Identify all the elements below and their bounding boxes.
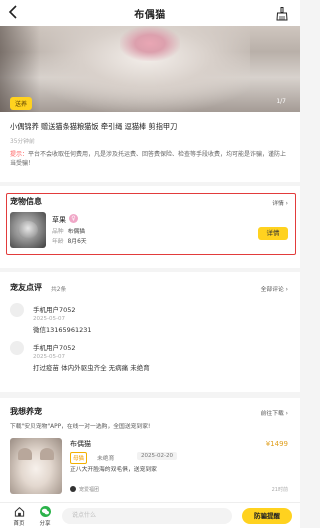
photo-counter: 1/7: [276, 98, 286, 105]
avatar[interactable]: [10, 341, 24, 355]
home-icon: [14, 506, 24, 517]
cat-nose-photo: [120, 26, 180, 61]
post-title: 小偶锦养 赠送猫条猫粮猫饭 牵引绳 逗猫棒 剪指甲刀: [10, 122, 178, 131]
comment-input[interactable]: 说点什么: [62, 508, 232, 524]
review-date: 2025-05-07: [33, 354, 65, 360]
gender-tag: 母猫: [70, 452, 88, 464]
review-user: 手机用户7052: [33, 344, 76, 352]
listing-time: 21时前: [271, 487, 288, 493]
home-tab[interactable]: 首页: [6, 506, 32, 527]
pet-detail-link[interactable]: 详情 ›: [272, 198, 288, 207]
shop-name: 宠爱福团: [79, 487, 100, 493]
listing-date: 2025-02-20: [137, 452, 177, 460]
section-title-pet-info: 宠物信息: [10, 197, 42, 206]
chevron-left-icon[interactable]: [8, 5, 22, 21]
promo-text: 下载"安贝宠物"APP，在线一对一选购，全国送宠到家!: [10, 424, 151, 430]
notice-label: 提示：: [10, 151, 29, 158]
download-link[interactable]: 前往下载 ›: [261, 408, 288, 417]
fraud-notice: 提示：平台不会收取任何费用，凡是涉及托运费、回答费保险、检查等手段收费，均可能是…: [10, 150, 290, 168]
avatar[interactable]: [10, 303, 24, 317]
adoption-badge: 送养: [10, 97, 33, 110]
review-content: 打过疫苗 体内外驱虫齐全 无病痛 未绝育: [33, 364, 150, 372]
all-reviews-link[interactable]: 全部评论 ›: [261, 284, 288, 293]
pet-avatar[interactable]: [10, 212, 46, 248]
pet-info-section: 宠物信息 详情 › 草果 ♀ 品种 布偶猫 年龄 8月6天 详情: [0, 186, 300, 268]
page-title: 布偶猫: [134, 9, 166, 21]
review-user: 手机用户7052: [33, 306, 76, 314]
review-count: 共2条: [51, 287, 67, 293]
reviews-section: 宠友点评 共2条 全部评论 › 手机用户7052 2025-05-07 微信13…: [0, 272, 300, 392]
pet-species-row: 品种 布偶猫: [52, 229, 86, 235]
post-time: 35分钟前: [10, 139, 35, 145]
section-title-want-pet: 我想养宠: [10, 407, 42, 416]
pet-name: 草果: [52, 216, 66, 224]
pet-age-row: 年龄 8月6天: [52, 239, 87, 245]
highlight-frame: [6, 193, 296, 255]
bottom-action-bar: 首页 分享 说点什么 防骗提醒: [0, 502, 300, 528]
post-info-section: 小偶锦养 赠送猫条猫粮猫饭 牵引绳 逗猫棒 剪指甲刀 35分钟前 提示：平台不会…: [0, 112, 300, 182]
pet-detail-button[interactable]: 详情: [258, 227, 288, 240]
top-nav-bar: 布偶猫: [0, 0, 300, 26]
share-wechat-tab[interactable]: 分享: [32, 506, 58, 527]
broom-icon[interactable]: [276, 6, 288, 21]
listing-desc: 正八大开脸海的双毛俱，送宠到家: [70, 467, 157, 473]
listing-photo[interactable]: [10, 438, 62, 494]
notice-text: 平台不会收取任何费用，凡是涉及托运费、回答费保险、检查等手段收费，均可能是诈骗，…: [10, 151, 287, 167]
pet-photo-carousel[interactable]: 送养 1/7: [0, 26, 300, 112]
neuter-tag: 未绝育: [97, 456, 115, 462]
section-title-reviews: 宠友点评: [10, 283, 42, 292]
listing-name[interactable]: 布偶猫: [70, 439, 91, 449]
review-content: 微信13165961231: [33, 326, 92, 334]
review-date: 2025-05-07: [33, 316, 65, 322]
listing-price: ¥1499: [265, 440, 288, 448]
female-icon: ♀: [69, 214, 78, 223]
fraud-alert-button[interactable]: 防骗提醒: [242, 508, 292, 524]
wechat-icon: [39, 506, 51, 517]
shop-icon: [70, 486, 76, 492]
want-pet-section: 我想养宠 前往下载 › 下载"安贝宠物"APP，在线一对一选购，全国送宠到家! …: [0, 398, 300, 502]
